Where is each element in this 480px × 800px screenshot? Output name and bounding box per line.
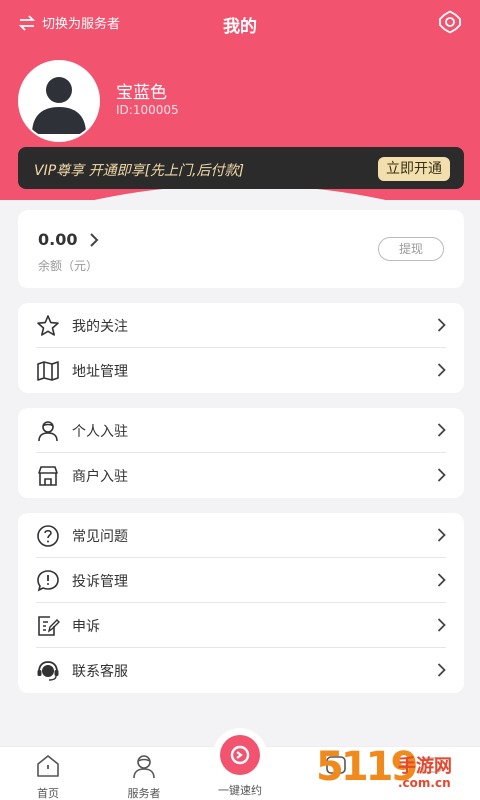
menu-item-label: 个人入驻 xyxy=(72,423,128,440)
vip-banner[interactable]: VIP尊享 开通即享[先上门,后付款] 立即开通 xyxy=(18,147,464,189)
withdraw-button[interactable]: 提现 xyxy=(378,237,444,261)
menu-item-label: 申诉 xyxy=(72,618,100,635)
tab-home[interactable]: 首页 xyxy=(8,753,88,800)
chevron-right-icon xyxy=(437,663,446,677)
user-name: 宝蓝色 xyxy=(116,83,167,103)
balance-link[interactable]: 0.00 xyxy=(38,230,99,249)
chevron-right-icon xyxy=(437,528,446,542)
chevron-right-icon xyxy=(437,423,446,437)
menu-item-label: 联系客服 xyxy=(72,663,128,680)
menu-group-follow: 我的关注 地址管理 xyxy=(18,303,464,393)
alert-icon xyxy=(37,569,59,591)
top-bar: 切换为服务者 我的 xyxy=(0,0,480,46)
chevron-right-icon xyxy=(437,618,446,632)
shop-icon xyxy=(38,465,58,486)
vip-text: VIP尊享 开通即享[先上门,后付款] xyxy=(34,163,244,179)
menu-item-label: 商户入驻 xyxy=(72,468,128,485)
tab-label: 服务者 xyxy=(127,787,161,800)
menu-item-merchant-join[interactable]: 商户入驻 xyxy=(18,453,464,498)
menu-item-contact-service[interactable]: 联系客服 xyxy=(18,648,464,693)
vip-open-button[interactable]: 立即开通 xyxy=(378,157,450,181)
menu-item-faq[interactable]: 常见问题 xyxy=(18,513,464,558)
watermark-name: 手游网 xyxy=(398,756,452,777)
quick-book-label: 一键速约 xyxy=(218,784,262,797)
menu-item-label: 投诉管理 xyxy=(72,573,128,590)
page-title: 我的 xyxy=(223,17,257,37)
person-icon xyxy=(38,420,58,441)
watermark-domain: .com.cn xyxy=(398,776,451,790)
chevron-right-icon xyxy=(90,232,99,247)
user-id: ID:100005 xyxy=(116,103,179,117)
balance-amount: 0.00 xyxy=(38,230,78,249)
tab-label: 首页 xyxy=(37,787,59,800)
chevron-right-icon xyxy=(437,468,446,482)
menu-group-help: 常见问题 投诉管理 申诉 联系客服 xyxy=(18,513,464,693)
site-watermark: 5119 手游网 .com.cn xyxy=(316,742,476,800)
headset-icon xyxy=(37,660,59,681)
balance-card: 0.00 余额（元） 提现 xyxy=(18,210,464,288)
home-icon xyxy=(37,755,59,777)
menu-item-complaint[interactable]: 投诉管理 xyxy=(18,558,464,603)
menu-item-address[interactable]: 地址管理 xyxy=(18,348,464,393)
avatar[interactable] xyxy=(18,60,100,142)
question-icon xyxy=(37,524,59,547)
default-avatar-icon xyxy=(20,62,98,140)
edit-icon xyxy=(38,615,60,636)
gear-icon xyxy=(439,10,461,34)
map-icon xyxy=(37,360,59,381)
chevron-right-icon xyxy=(437,363,446,377)
menu-item-label: 常见问题 xyxy=(72,528,128,545)
menu-item-personal-join[interactable]: 个人入驻 xyxy=(18,408,464,453)
chevron-right-icon xyxy=(437,318,446,332)
chevron-right-icon xyxy=(437,573,446,587)
menu-item-label: 我的关注 xyxy=(72,318,128,335)
settings-button[interactable] xyxy=(438,10,462,38)
provider-icon xyxy=(133,755,155,779)
quick-book-icon xyxy=(230,745,250,765)
tab-provider[interactable]: 服务者 xyxy=(104,753,184,800)
profile-header: 切换为服务者 我的 宝蓝色 ID:100005 VIP尊享 开通即享[先上门,后… xyxy=(0,0,480,200)
menu-item-appeal[interactable]: 申诉 xyxy=(18,603,464,648)
menu-item-follow[interactable]: 我的关注 xyxy=(18,303,464,348)
quick-book-button[interactable] xyxy=(213,728,267,782)
menu-group-join: 个人入驻 商户入驻 xyxy=(18,408,464,498)
balance-label: 余额（元） xyxy=(38,259,99,273)
menu-item-label: 地址管理 xyxy=(72,363,128,380)
star-icon xyxy=(37,314,59,336)
